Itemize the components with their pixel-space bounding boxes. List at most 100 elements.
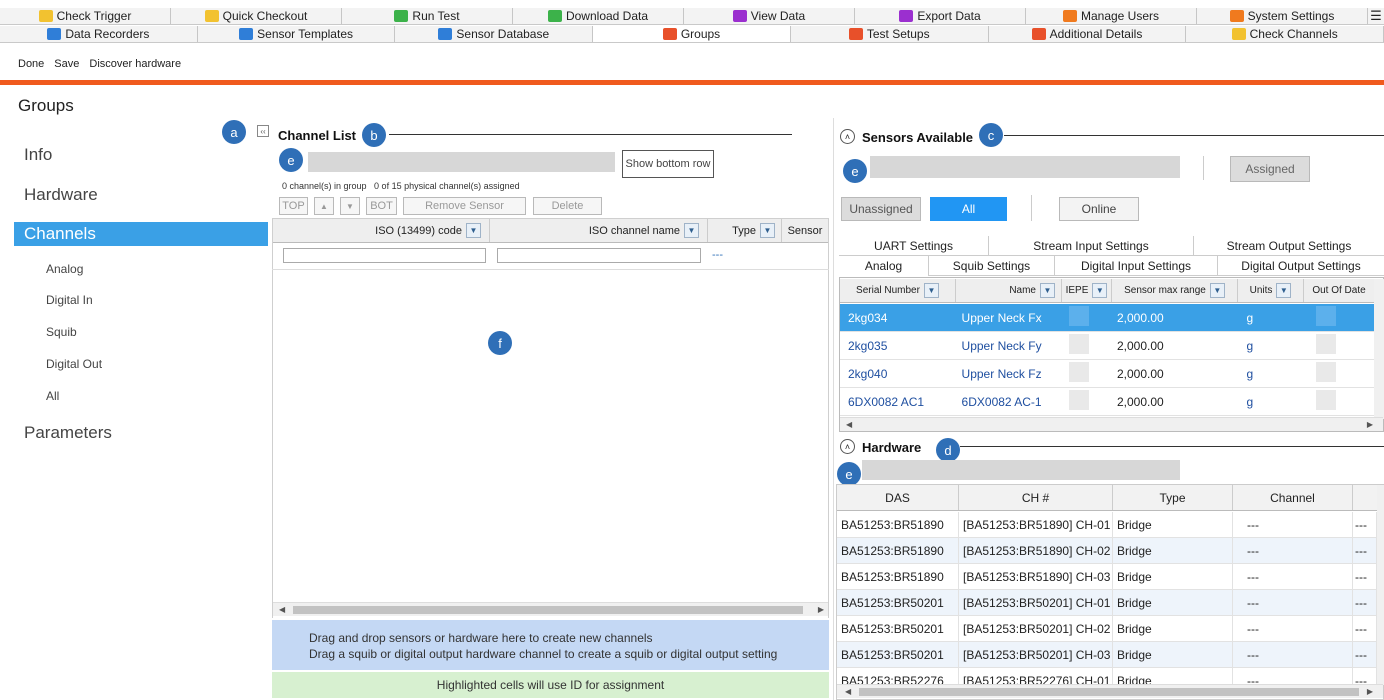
scroll-thumb[interactable] <box>293 606 803 614</box>
filter-dropdown-icon[interactable]: ▼ <box>1276 283 1292 298</box>
collapse-panel-icon[interactable]: ‹‹ <box>257 125 269 137</box>
iso-name-filter-input[interactable] <box>497 248 701 263</box>
tab-test-setups[interactable]: Test Setups <box>791 26 989 42</box>
sensor-grid-hscroll[interactable]: ◀ ▶ <box>840 417 1383 431</box>
tab-sensor-database[interactable]: Sensor Database <box>395 26 594 42</box>
col-sensor-max-range[interactable]: Sensor max range ▼ <box>1112 279 1238 302</box>
collapse-sensors-icon[interactable]: ˄ <box>840 129 855 144</box>
tab-squib-settings[interactable]: Squib Settings <box>929 256 1055 276</box>
online-filter-button[interactable]: Online <box>1059 197 1139 221</box>
out-of-date-checkbox[interactable] <box>1316 362 1337 382</box>
col-hw-type[interactable]: Type <box>1113 485 1233 510</box>
scroll-right-icon[interactable]: ▶ <box>1367 418 1373 432</box>
sensor-row[interactable]: 2kg035 Upper Neck Fy 2,000.00 g <box>840 332 1374 360</box>
hardware-row[interactable]: BA51253:BR51890 [BA51253:BR51890] CH-02 Br… <box>837 538 1377 564</box>
delete-button[interactable]: Delete <box>533 197 602 215</box>
filter-dropdown-icon[interactable]: ▼ <box>760 223 775 238</box>
col-serial-number[interactable]: Serial Number ▼ <box>840 279 956 302</box>
nav-digital-out[interactable]: Digital Out <box>14 357 268 371</box>
filter-dropdown-icon[interactable]: ▼ <box>923 283 939 298</box>
col-extra[interactable] <box>1353 485 1377 510</box>
col-units[interactable]: Units ▼ <box>1238 279 1304 302</box>
tab-stream-output-settings[interactable]: Stream Output Settings <box>1194 236 1384 256</box>
scroll-thumb[interactable] <box>859 688 1359 696</box>
hardware-row[interactable]: BA51253:BR51890 [BA51253:BR51890] CH-03 Br… <box>837 564 1377 590</box>
remove-sensor-button[interactable]: Remove Sensor <box>403 197 526 215</box>
move-down-button[interactable]: ▼ <box>340 197 360 215</box>
tab-system-settings[interactable]: System Settings <box>1197 8 1368 24</box>
hardware-row[interactable]: BA51253:BR51890 [BA51253:BR51890] CH-01 Br… <box>837 512 1377 538</box>
channel-search-input[interactable] <box>308 152 615 172</box>
hardware-row[interactable]: BA51253:BR50201 [BA51253:BR50201] CH-03 Br… <box>837 642 1377 668</box>
col-out-of-date[interactable]: Out Of Date <box>1304 279 1374 302</box>
tab-manage-users[interactable]: Manage Users <box>1026 8 1197 24</box>
hardware-grid-vscroll[interactable] <box>1377 485 1384 685</box>
discover-hardware-button[interactable]: Discover hardware <box>89 58 181 70</box>
tab-check-trigger[interactable]: Check Trigger <box>0 8 171 24</box>
out-of-date-checkbox[interactable] <box>1316 390 1337 410</box>
menu-icon[interactable]: ☰ <box>1368 8 1384 24</box>
hardware-search-input[interactable] <box>862 460 1180 480</box>
type-filter-value[interactable]: --- <box>712 249 723 261</box>
hardware-row[interactable]: BA51253:BR50201 [BA51253:BR50201] CH-02 Br… <box>837 616 1377 642</box>
iepe-checkbox[interactable] <box>1069 334 1090 354</box>
filter-dropdown-icon[interactable]: ▼ <box>1092 283 1108 298</box>
sensor-search-input[interactable] <box>870 156 1180 178</box>
col-type[interactable]: Type ▼ <box>708 219 782 242</box>
scroll-right-icon[interactable]: ▶ <box>1367 685 1373 699</box>
channel-grid-hscroll[interactable]: ◀ ▶ <box>273 602 828 616</box>
scroll-left-icon[interactable]: ◀ <box>846 418 852 432</box>
tab-groups[interactable]: Groups <box>593 26 791 42</box>
tab-additional-details[interactable]: Additional Details <box>989 26 1187 42</box>
filter-dropdown-icon[interactable]: ▼ <box>1209 283 1225 298</box>
filter-dropdown-icon[interactable]: ▼ <box>1040 283 1055 298</box>
nav-squib[interactable]: Squib <box>14 325 268 339</box>
tab-check-channels[interactable]: Check Channels <box>1186 26 1384 42</box>
tab-digital-output-settings[interactable]: Digital Output Settings <box>1218 256 1384 276</box>
col-ch[interactable]: CH # <box>959 485 1113 510</box>
tab-stream-input-settings[interactable]: Stream Input Settings <box>989 236 1194 256</box>
tab-digital-input-settings[interactable]: Digital Input Settings <box>1055 256 1218 276</box>
iso-code-filter-input[interactable] <box>283 248 486 263</box>
col-das[interactable]: DAS <box>837 485 959 510</box>
tab-run-test[interactable]: Run Test <box>342 8 513 24</box>
drop-zone[interactable]: Drag and drop sensors or hardware here t… <box>272 620 829 670</box>
nav-analog[interactable]: Analog <box>14 262 268 276</box>
filter-dropdown-icon[interactable]: ▼ <box>684 223 699 238</box>
col-sensor[interactable]: Sensor <box>782 219 828 242</box>
scroll-left-icon[interactable]: ◀ <box>279 603 285 617</box>
out-of-date-checkbox[interactable] <box>1316 334 1337 354</box>
tab-analog[interactable]: Analog <box>839 256 929 276</box>
iepe-checkbox[interactable] <box>1069 362 1090 382</box>
assigned-toggle[interactable]: Assigned <box>1230 156 1310 182</box>
tab-data-recorders[interactable]: Data Recorders <box>0 26 198 42</box>
tab-uart-settings[interactable]: UART Settings <box>839 236 989 256</box>
sensor-row-selected[interactable]: 2kg034 Upper Neck Fx 2,000.00 g <box>840 304 1374 332</box>
top-button[interactable]: TOP <box>279 197 308 215</box>
sensor-row[interactable]: 2kg040 Upper Neck Fz 2,000.00 g <box>840 360 1374 388</box>
collapse-hardware-icon[interactable]: ˄ <box>840 439 855 454</box>
col-channel[interactable]: Channel <box>1233 485 1353 510</box>
scroll-right-icon[interactable]: ▶ <box>818 603 824 617</box>
iepe-checkbox[interactable] <box>1069 306 1090 326</box>
sensor-grid-vscroll[interactable] <box>1374 279 1384 419</box>
nav-channels[interactable]: Channels <box>14 222 268 246</box>
tab-export-data[interactable]: Export Data <box>855 8 1026 24</box>
out-of-date-checkbox[interactable] <box>1316 306 1337 326</box>
iepe-checkbox[interactable] <box>1069 390 1090 410</box>
done-button[interactable]: Done <box>18 58 44 70</box>
nav-digital-in[interactable]: Digital In <box>14 293 268 307</box>
nav-parameters[interactable]: Parameters <box>14 423 268 443</box>
tab-sensor-templates[interactable]: Sensor Templates <box>198 26 396 42</box>
tab-download-data[interactable]: Download Data <box>513 8 684 24</box>
col-iso-name[interactable]: ISO channel name ▼ <box>490 219 708 242</box>
nav-info[interactable]: Info <box>14 145 268 165</box>
hardware-row[interactable]: BA51253:BR50201 [BA51253:BR50201] CH-01 Br… <box>837 590 1377 616</box>
tab-quick-checkout[interactable]: Quick Checkout <box>171 8 342 24</box>
bot-button[interactable]: BOT <box>366 197 397 215</box>
nav-all[interactable]: All <box>14 389 268 403</box>
channel-grid[interactable] <box>272 218 829 618</box>
col-iso-code[interactable]: ISO (13499) code ▼ <box>273 219 490 242</box>
tab-view-data[interactable]: View Data <box>684 8 855 24</box>
col-name[interactable]: Name ▼ <box>956 279 1062 302</box>
